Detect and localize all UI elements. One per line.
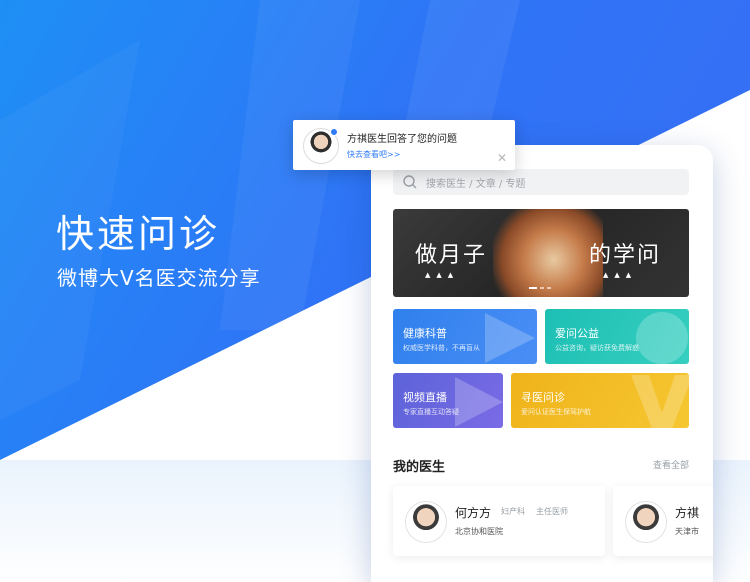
hero-title: 快速问诊: [56, 212, 221, 256]
doctor-card[interactable]: 何方方 妇产科 主任医师 北京协和医院: [393, 486, 605, 556]
doctor-title: 主任医师: [536, 507, 568, 516]
doctor-card[interactable]: 方祺 天津市: [613, 486, 713, 556]
unread-dot: [330, 128, 338, 136]
doctor-avatar: [405, 501, 447, 543]
doctor-hospital: 天津市: [675, 527, 699, 536]
search-placeholder: 搜索医生 / 文章 / 专题: [426, 178, 526, 190]
close-icon[interactable]: ✕: [497, 152, 507, 164]
play-shape-icon: [455, 377, 503, 427]
doctor-avatar: [625, 501, 667, 543]
category-consultation[interactable]: 寻医问诊 爱问认证医生保驾护航: [511, 373, 689, 428]
circle-shape-icon: [636, 312, 688, 364]
hero-subtitle: 微博大V名医交流分享: [57, 266, 261, 290]
doctor-hospital: 北京协和医院: [455, 527, 503, 536]
search-bar[interactable]: 搜索医生 / 文章 / 专题: [393, 169, 689, 195]
my-doctors-title: 我的医生: [393, 460, 446, 475]
view-all-link[interactable]: 查看全部: [653, 458, 689, 471]
banner-text-right: 的学问: [589, 243, 662, 268]
notification-popup[interactable]: 方祺医生回答了您的问题 快去查看吧>> ✕: [293, 120, 515, 170]
category-subtitle: 爱问认证医生保驾护航: [521, 408, 591, 416]
phone-mockup: 搜索医生 / 文章 / 专题 做月子 的学问 ▲▲▲ ▲▲▲ 健康科普 权威医学…: [371, 145, 713, 582]
notification-link[interactable]: 快去查看吧>>: [347, 149, 400, 160]
category-title: 视频直播: [403, 391, 447, 404]
carousel-indicator: [529, 287, 551, 289]
banner-text-left: 做月子: [415, 243, 488, 268]
category-charity[interactable]: 爱问公益 公益咨询，疑访获免费解惑: [545, 309, 689, 364]
doctor-name: 方祺: [675, 506, 700, 520]
category-subtitle: 专家直播互动答疑: [403, 408, 459, 416]
category-title: 爱问公益: [555, 327, 599, 340]
banner-image: [493, 209, 603, 297]
category-health-science[interactable]: 健康科普 权威医学科普，不再盲从: [393, 309, 537, 364]
doctor-name: 何方方: [455, 506, 492, 520]
promo-banner[interactable]: 做月子 的学问 ▲▲▲ ▲▲▲: [393, 209, 689, 297]
banner-triangles-right: ▲▲▲: [603, 271, 638, 279]
category-subtitle: 权威医学科普，不再盲从: [403, 344, 480, 352]
v-shape-icon: [631, 375, 689, 428]
banner-triangles-left: ▲▲▲: [425, 271, 460, 279]
play-shape-icon: [485, 313, 535, 363]
category-title: 健康科普: [403, 327, 447, 340]
category-video-live[interactable]: 视频直播 专家直播互动答疑: [393, 373, 503, 428]
category-title: 寻医问诊: [521, 391, 565, 404]
doctor-department: 妇产科: [501, 507, 525, 516]
notification-message: 方祺医生回答了您的问题: [347, 134, 457, 145]
category-subtitle: 公益咨询，疑访获免费解惑: [555, 344, 639, 352]
search-icon: [403, 175, 417, 189]
